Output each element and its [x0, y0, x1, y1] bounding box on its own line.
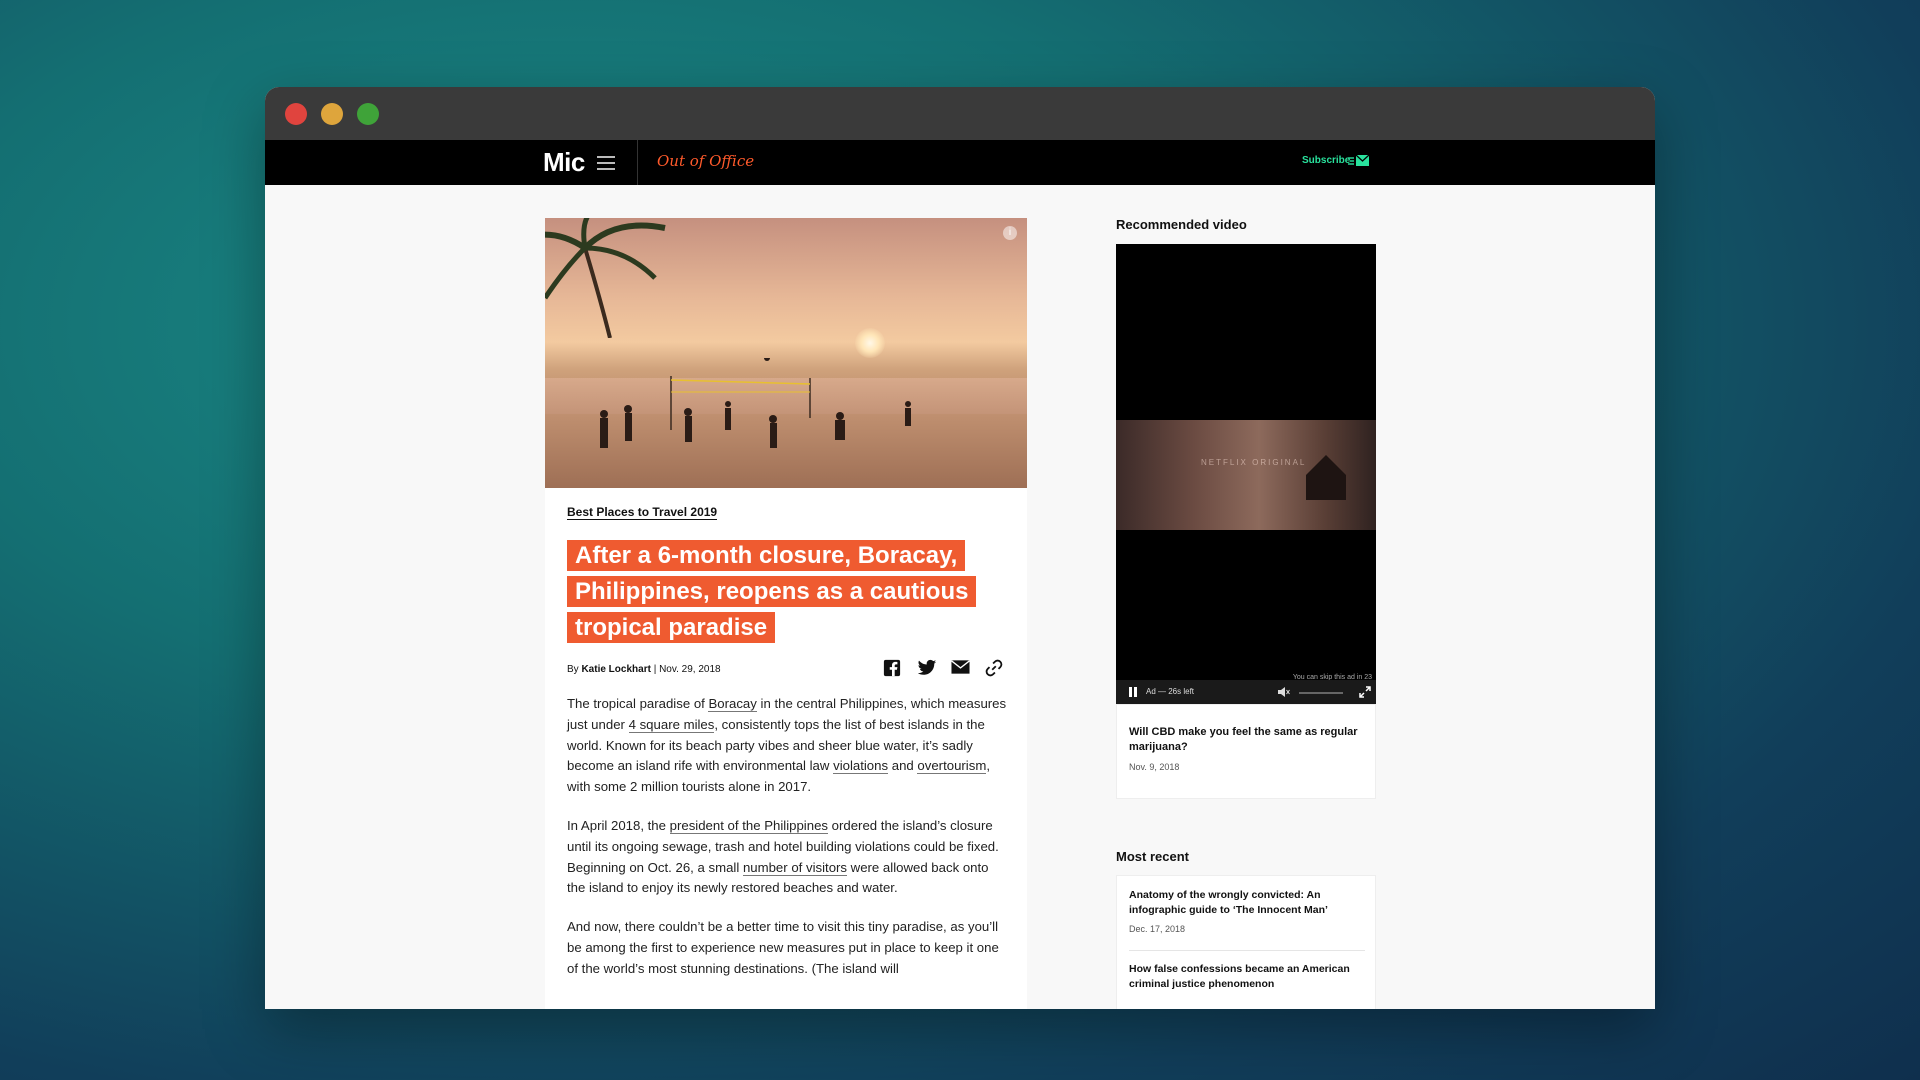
subscribe-link[interactable]: Subscribe — [1302, 155, 1350, 166]
headline-line: After a 6-month closure, Boracay, — [567, 540, 966, 571]
president-link[interactable]: president of the Philippines — [669, 817, 828, 834]
menu-icon[interactable] — [597, 156, 615, 170]
close-window-button[interactable] — [285, 103, 307, 125]
video-controls: Ad — 26s left — [1116, 680, 1376, 704]
most-recent-headline[interactable]: How false confessions became an American… — [1129, 962, 1365, 992]
share-buttons — [883, 659, 1005, 679]
browser-window: Mic Out of Office Subscribe i Best Place… — [265, 87, 1655, 1009]
headline-line: Philippines, reopens as a cautious — [567, 576, 977, 607]
video-frame-label: NETFLIX ORIGINAL — [1201, 458, 1307, 467]
boracay-link[interactable]: Boracay — [708, 696, 757, 712]
minimize-window-button[interactable] — [321, 103, 343, 125]
beach-players-graphic — [600, 358, 911, 448]
volume-slider[interactable] — [1299, 692, 1343, 694]
divider — [1129, 950, 1365, 951]
palm-tree-graphic — [545, 218, 666, 338]
recommended-video-card[interactable]: Will CBD make you feel the same as regul… — [1116, 704, 1376, 799]
article-body: The tropical paradise of Boracay in the … — [567, 694, 1007, 998]
out-of-office-logo[interactable]: Out of Office — [657, 152, 754, 170]
article-card: i Best Places to Travel 2019 After a 6-m… — [545, 218, 1027, 1009]
copy-link-icon[interactable] — [985, 659, 1005, 679]
twitter-icon[interactable] — [917, 659, 937, 679]
hero-sun — [855, 328, 885, 358]
recommended-video-date: Nov. 9, 2018 — [1129, 762, 1180, 772]
overtourism-link[interactable]: overtourism — [917, 758, 987, 775]
recommended-video-headline[interactable]: Will CBD make you feel the same as regul… — [1129, 725, 1365, 755]
author-link[interactable]: Katie Lockhart — [581, 664, 650, 675]
article-headline: After a 6-month closure, Boracay, Philip… — [567, 538, 1007, 646]
page-content: i Best Places to Travel 2019 After a 6-m… — [265, 185, 1655, 1009]
headline-line: tropical paradise — [567, 612, 776, 643]
article-date: | Nov. 29, 2018 — [650, 664, 721, 675]
mic-logo[interactable]: Mic — [543, 147, 585, 178]
hero-image: i — [545, 218, 1027, 488]
most-recent-title: Most recent — [1116, 849, 1189, 864]
number-of-visitors-link[interactable]: number of visitors — [742, 859, 848, 876]
maximize-window-button[interactable] — [357, 103, 379, 125]
email-share-icon[interactable] — [951, 659, 971, 679]
nav-divider — [637, 140, 638, 185]
article-paragraph: And now, there couldn’t be a better time… — [567, 919, 999, 976]
facebook-icon[interactable] — [883, 659, 903, 679]
mail-icon[interactable] — [1348, 154, 1370, 168]
violations-link[interactable]: violations — [833, 758, 889, 775]
byline-prefix: By — [567, 664, 582, 675]
article-kicker[interactable]: Best Places to Travel 2019 — [567, 505, 718, 520]
recommended-video-title: Recommended video — [1116, 217, 1247, 232]
fullscreen-icon[interactable] — [1359, 686, 1371, 698]
video-player[interactable]: NETFLIX ORIGINAL You can skip this ad in… — [1116, 244, 1376, 704]
window-titlebar — [265, 87, 1655, 140]
most-recent-headline[interactable]: Anatomy of the wrongly convicted: An inf… — [1129, 888, 1365, 918]
square-miles-link[interactable]: 4 square miles — [628, 716, 715, 733]
list-item[interactable]: Anatomy of the wrongly convicted: An inf… — [1129, 888, 1365, 934]
ad-countdown: Ad — 26s left — [1146, 687, 1195, 696]
most-recent-date: Dec. 17, 2018 — [1129, 924, 1186, 934]
article-paragraph: The tropical paradise of Boracay in the … — [567, 696, 1007, 795]
video-frame: NETFLIX ORIGINAL — [1116, 420, 1376, 530]
most-recent-list: Anatomy of the wrongly convicted: An inf… — [1116, 875, 1376, 1009]
list-item[interactable]: How false confessions became an American… — [1129, 962, 1365, 992]
site-navbar: Mic Out of Office Subscribe — [265, 140, 1655, 185]
byline: By Katie Lockhart | Nov. 29, 2018 — [567, 664, 721, 675]
mute-icon[interactable] — [1278, 687, 1290, 697]
article-paragraph: In April 2018, the president of the Phil… — [567, 817, 999, 896]
pause-icon[interactable] — [1129, 687, 1137, 697]
house-silhouette — [1306, 455, 1346, 500]
info-icon[interactable]: i — [1003, 226, 1017, 240]
